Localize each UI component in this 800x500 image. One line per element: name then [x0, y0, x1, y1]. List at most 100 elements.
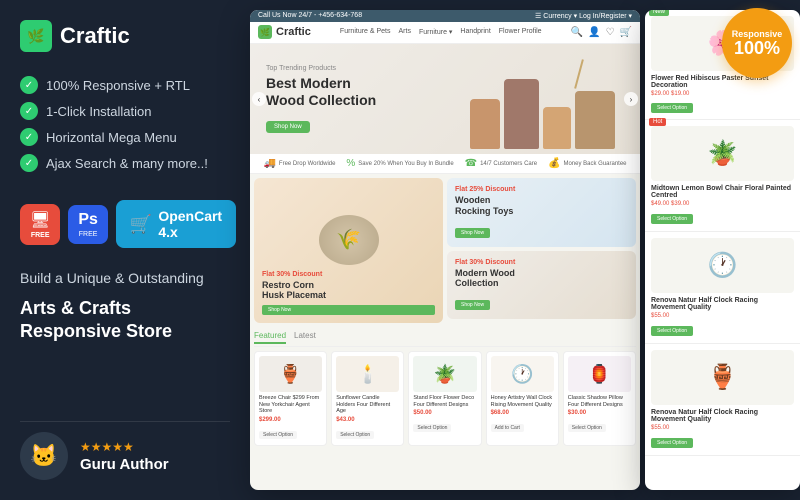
banner-discount-left: Flat 30% Discount	[262, 271, 435, 278]
right-product-name-1: Midtown Lemon Bowl Chair Floral Painted …	[651, 185, 794, 199]
banner-title-rb: Modern WoodCollection	[455, 268, 628, 290]
brand-header: 🌿 Craftic	[20, 20, 230, 52]
menu-item-2[interactable]: Arts	[399, 28, 411, 36]
product-img-4: 🏮	[568, 356, 631, 392]
product-name-4: Classic Shadow Pillow Four Different Des…	[568, 395, 631, 408]
hero-image	[470, 49, 630, 149]
product-card-4: 🏮 Classic Shadow Pillow Four Different D…	[563, 351, 636, 446]
hero-text: Top Trending Products Best ModernWood Co…	[266, 65, 376, 133]
hero-prev-arrow[interactable]: ‹	[252, 92, 266, 106]
banner-btn-left[interactable]: Shop Now	[262, 305, 435, 315]
right-product-img-3: 🏺	[651, 350, 794, 405]
product-price-3: $68.00	[491, 410, 554, 416]
menu-item-4[interactable]: Handprint	[460, 28, 490, 36]
shop-header: Call Us Now 24/7 - +456-634-768 ☰ Curren…	[250, 10, 640, 44]
menu-item-1[interactable]: Furniture & Pets	[340, 28, 391, 36]
featured-section: Featured Latest 🏺 Breeze Chair $299 From…	[250, 327, 640, 450]
right-product-name-2: Renova Natur Half Clock Racing Movement …	[651, 297, 794, 311]
product-img-0: 🏺	[259, 356, 322, 392]
section-tabs: Featured Latest	[254, 331, 636, 347]
shop-logo: 🌿 Craftic	[258, 25, 311, 39]
right-product-price-0: $29.00 $19.00	[651, 91, 794, 97]
shop-logo-icon: 🌿	[258, 25, 272, 39]
right-product-3: 🏺 Renova Natur Half Clock Racing Movemen…	[645, 344, 800, 456]
product-card-1: 🕯️ Sunflower Candle Holders Four Differe…	[331, 351, 404, 446]
badge-monitor: 🖥 FREE	[20, 204, 60, 245]
banner-title-rt: WoodenRocking Toys	[455, 195, 628, 217]
product-img-3: 🕐	[491, 356, 554, 392]
product-btn-0[interactable]: Select Option	[259, 431, 297, 439]
shop-menu: Furniture & Pets Arts Furniture ▾ Handpr…	[340, 28, 542, 36]
product-btn-4[interactable]: Select Option	[568, 424, 606, 432]
right-product-btn-1[interactable]: Select Option	[651, 214, 693, 224]
search-icon[interactable]: 🔍	[571, 27, 583, 38]
feature-strip-2: % Save 20% When You Buy In Bundle	[346, 158, 453, 169]
check-icon-1: ✓	[20, 76, 38, 94]
monitor-icon: 🖥	[30, 210, 50, 230]
stem-decoration	[574, 59, 584, 88]
right-product-img-2: 🕐	[651, 238, 794, 293]
cart-header-icon[interactable]: 🛒	[620, 27, 632, 38]
right-product-name-3: Renova Natur Half Clock Racing Movement …	[651, 409, 794, 423]
banner-card-right-bottom: Flat 30% Discount Modern WoodCollection …	[447, 251, 636, 320]
support-icon: ☎	[465, 158, 477, 169]
hero-next-arrow[interactable]: ›	[624, 92, 638, 106]
product-card-0: 🏺 Breeze Chair $299 From New Yorkchair A…	[254, 351, 327, 446]
truck-icon: 🚚	[263, 158, 275, 169]
tab-latest[interactable]: Latest	[294, 331, 316, 344]
product-img-2: 🪴	[413, 356, 476, 392]
hero-shop-button[interactable]: Shop Now	[266, 121, 310, 133]
main-preview: Call Us Now 24/7 - +456-634-768 ☰ Curren…	[250, 10, 640, 490]
right-badge-0: New	[649, 10, 669, 16]
product-btn-2[interactable]: Select Option	[413, 424, 451, 432]
banner-discount-rb: Flat 30% Discount	[455, 259, 628, 266]
cart-icon: 🛒	[130, 214, 152, 235]
right-product-btn-3[interactable]: Select Option	[651, 438, 693, 448]
candle-4	[575, 91, 615, 149]
badge-ps: Ps FREE	[68, 205, 108, 244]
author-avatar-icon: 🐱	[30, 443, 57, 469]
banner-title-left: Restro CornHusk Placemat	[262, 280, 435, 302]
banner-discount-rt: Flat 25% Discount	[455, 186, 628, 193]
product-btn-3[interactable]: Add to Cart	[491, 424, 524, 432]
shop-nav: 🌿 Craftic Furniture & Pets Arts Furnitur…	[258, 25, 632, 39]
feature-strip-4: 💰 Money Back Guarantee	[548, 158, 627, 169]
brand-icon: 🌿	[20, 20, 52, 52]
placemat-image: 🌾	[319, 215, 379, 265]
right-product-img-1: 🪴	[651, 126, 794, 181]
check-icon-3: ✓	[20, 128, 38, 146]
menu-item-3[interactable]: Furniture ▾	[419, 28, 452, 36]
left-panel: 🌿 Craftic ✓ 100% Responsive + RTL ✓ 1-Cl…	[0, 0, 250, 500]
product-price-0: $299.00	[259, 417, 322, 423]
right-product-btn-0[interactable]: Select Option	[651, 103, 693, 113]
menu-item-5[interactable]: Flower Profile	[499, 28, 542, 36]
feature-strip-1: 🚚 Free Drop Worldwide	[263, 158, 335, 169]
check-icon-2: ✓	[20, 102, 38, 120]
banner-btn-rt[interactable]: Shop Now	[455, 228, 490, 238]
tab-featured[interactable]: Featured	[254, 331, 286, 344]
tagline: Build a Unique & Outstanding	[20, 268, 230, 289]
percent-icon: %	[346, 158, 355, 169]
hero-title: Best ModernWood Collection	[266, 75, 376, 109]
shop-logo-leaf: 🌿	[260, 28, 270, 37]
product-btn-1[interactable]: Select Option	[336, 431, 374, 439]
product-banners: 🌾 Flat 30% Discount Restro CornHusk Plac…	[250, 174, 640, 327]
wishlist-icon[interactable]: ♡	[606, 27, 615, 38]
right-product-price-3: $55.00	[651, 425, 794, 431]
user-icon[interactable]: 👤	[588, 27, 600, 38]
product-name-1: Sunflower Candle Holders Four Different …	[336, 395, 399, 415]
feature-strip-3: ☎ 14/7 Customers Care	[465, 158, 538, 169]
author-info: ★★★★★ Guru Author	[80, 440, 169, 473]
brand-leaf-icon: 🌿	[27, 28, 44, 45]
shop-topbar: Call Us Now 24/7 - +456-634-768 ☰ Curren…	[250, 10, 640, 22]
right-product-price-1: $49.00 $39.00	[651, 201, 794, 207]
money-icon: 💰	[548, 158, 560, 169]
responsive-badge: Responsive 100%	[722, 8, 792, 78]
product-price-4: $30.00	[568, 410, 631, 416]
product-img-1: 🕯️	[336, 356, 399, 392]
author-section: 🐱 ★★★★★ Guru Author	[20, 421, 230, 480]
right-product-btn-2[interactable]: Select Option	[651, 326, 693, 336]
banner-btn-rb[interactable]: Shop Now	[455, 300, 490, 310]
brand-name: Craftic	[60, 23, 130, 49]
store-title: Arts & CraftsResponsive Store	[20, 297, 230, 344]
